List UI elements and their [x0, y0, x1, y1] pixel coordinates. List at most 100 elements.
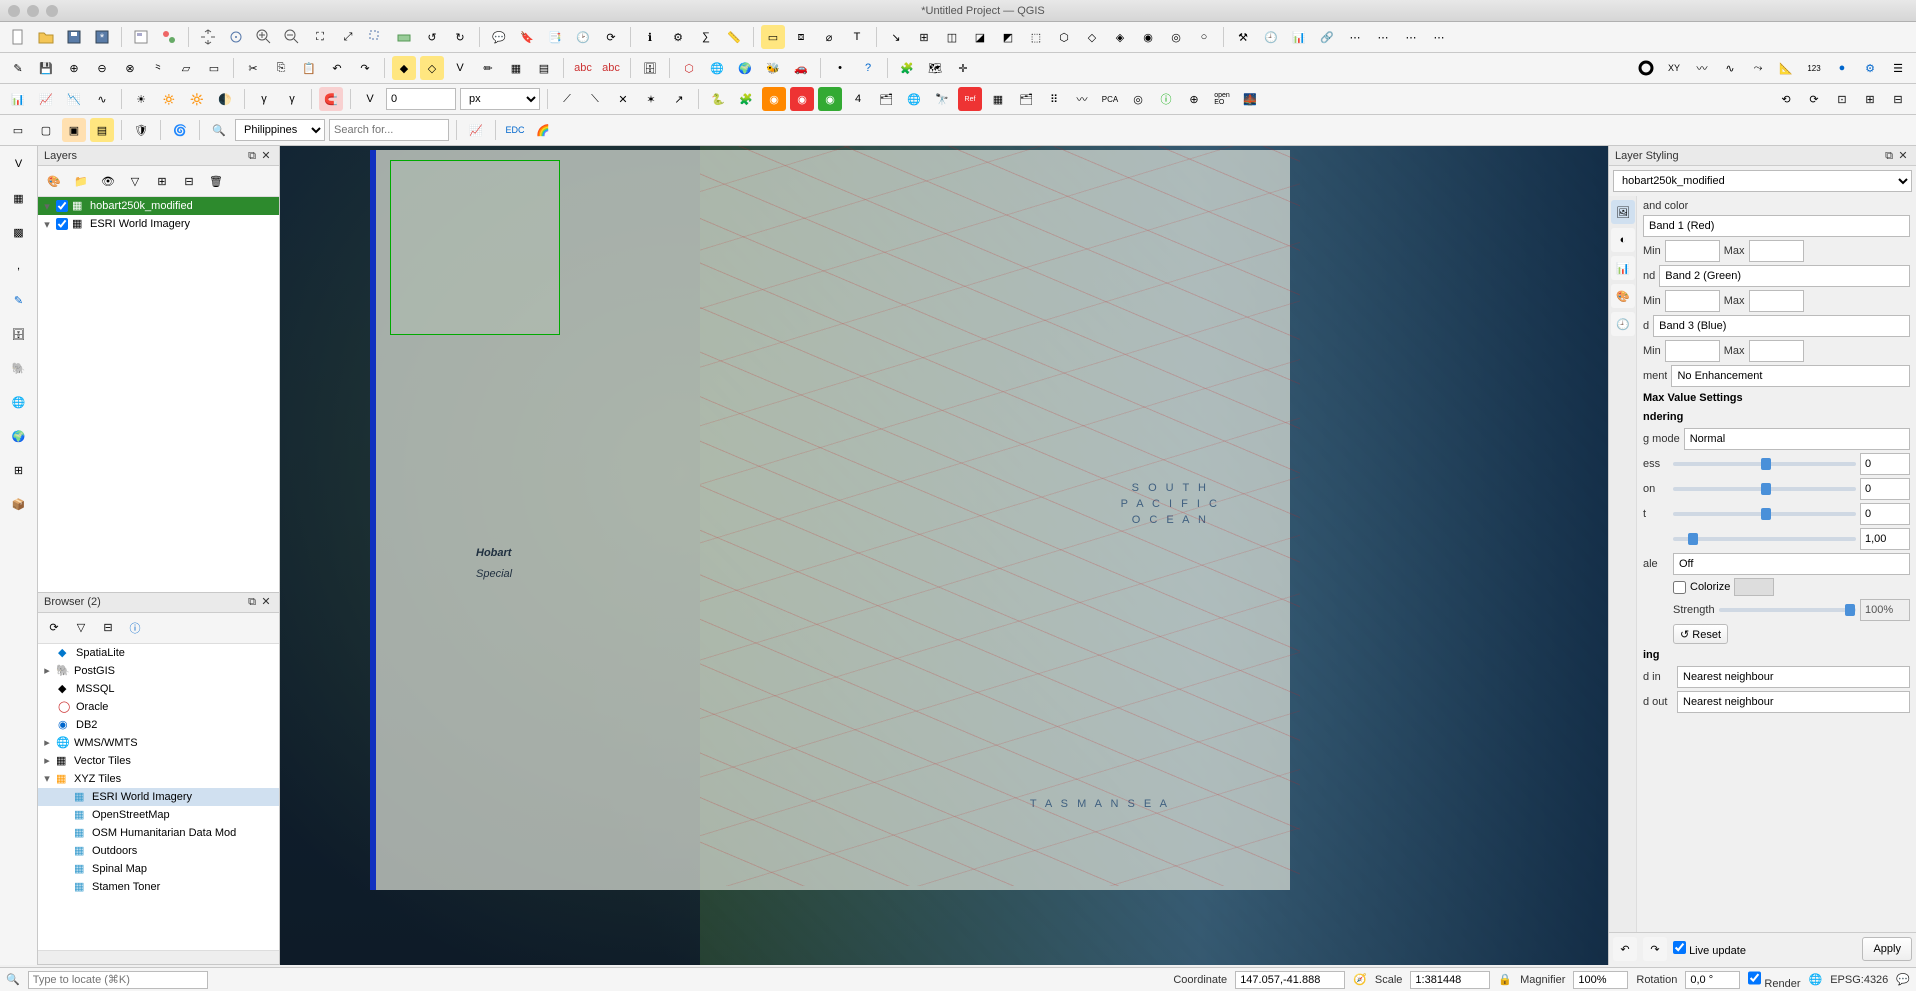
- max-dot-icon[interactable]: [46, 5, 58, 17]
- rainbow-icon[interactable]: 🌈: [531, 118, 555, 142]
- blue-band-select[interactable]: Band 3 (Blue): [1653, 315, 1910, 337]
- style-manager-button[interactable]: [157, 25, 181, 49]
- edit3-icon[interactable]: ⊕: [62, 56, 86, 80]
- topo6-button[interactable]: ◇: [1080, 25, 1104, 49]
- edit-save-icon[interactable]: 💾: [34, 56, 58, 80]
- browser-item-xyz[interactable]: ▾▦XYZ Tiles: [38, 770, 279, 788]
- redo-styling-icon[interactable]: ↷: [1643, 937, 1667, 961]
- layers-tree[interactable]: ▾ ▦ hobart250k_modified ▾ ▦ ESRI World I…: [38, 197, 279, 592]
- save-as-button[interactable]: *: [90, 25, 114, 49]
- browser-item[interactable]: ◆MSSQL: [38, 680, 279, 698]
- measure-button[interactable]: 📏: [722, 25, 746, 49]
- browser-item[interactable]: ▸🌐WMS/WMTS: [38, 734, 279, 752]
- gamma1-icon[interactable]: γ: [252, 87, 276, 111]
- redo-icon[interactable]: ↷: [353, 56, 377, 80]
- edit4-icon[interactable]: ⊖: [90, 56, 114, 80]
- symbology-tab-icon[interactable]: 🖼: [1611, 200, 1635, 224]
- open-project-button[interactable]: [34, 25, 58, 49]
- colorize-checkbox[interactable]: [1673, 581, 1686, 594]
- enhancement-select[interactable]: No Enhancement: [1671, 365, 1910, 387]
- chart-icon[interactable]: 📈: [464, 118, 488, 142]
- crs-label[interactable]: EPSG:4326: [1830, 974, 1888, 986]
- expand-arrow-icon[interactable]: ▾: [42, 218, 52, 231]
- topo8-button[interactable]: ◉: [1136, 25, 1160, 49]
- raster2-icon[interactable]: 🔅: [157, 87, 181, 111]
- deselect-button[interactable]: ⌀: [817, 25, 841, 49]
- blue-gear-icon[interactable]: ⚙: [1858, 56, 1882, 80]
- transparency-tab-icon[interactable]: ◐: [1611, 228, 1635, 252]
- magnifier-input[interactable]: [1573, 971, 1628, 989]
- blend-mode-select[interactable]: Normal: [1684, 428, 1910, 450]
- styling-layer-select[interactable]: hobart250k_modified: [1613, 170, 1912, 192]
- layer-checkbox[interactable]: [56, 200, 68, 212]
- edc-icon[interactable]: EDC: [503, 118, 527, 142]
- topo7-button[interactable]: ◈: [1108, 25, 1132, 49]
- browser-item[interactable]: ▸🐘PostGIS: [38, 662, 279, 680]
- hist1-icon[interactable]: 📊: [6, 87, 30, 111]
- app-green-icon[interactable]: ◉: [818, 87, 842, 111]
- browser-item[interactable]: ◆SpatiaLite: [38, 644, 279, 662]
- saturation-value[interactable]: [1860, 478, 1910, 500]
- paste-icon[interactable]: 📋: [297, 56, 321, 80]
- action-button[interactable]: ⚙: [666, 25, 690, 49]
- plugin-manager-icon[interactable]: 🧩: [734, 87, 758, 111]
- layer-filter-icon[interactable]: ▽: [123, 169, 147, 193]
- app-red-icon[interactable]: ◉: [790, 87, 814, 111]
- refresh-button[interactable]: ⟳: [599, 25, 623, 49]
- save-button[interactable]: [62, 25, 86, 49]
- edit6-icon[interactable]: ⺀: [146, 56, 170, 80]
- zoom-layer-button[interactable]: [392, 25, 416, 49]
- browser-tree[interactable]: ◆SpatiaLite ▸🐘PostGIS ◆MSSQL ◯Oracle ◉DB…: [38, 644, 279, 950]
- history-tab-icon[interactable]: 🕘: [1611, 312, 1635, 336]
- globe3-icon[interactable]: 🌐: [902, 87, 926, 111]
- bridge-icon[interactable]: 🌉: [1238, 87, 1262, 111]
- zoom-last-button[interactable]: ↺: [420, 25, 444, 49]
- render-checkbox[interactable]: [1748, 969, 1761, 987]
- tb4-1-icon[interactable]: ▭: [6, 118, 30, 142]
- add-spatialite-icon[interactable]: 🗄: [5, 320, 33, 348]
- locator-input[interactable]: [28, 971, 208, 989]
- zoom-in-button[interactable]: [252, 25, 276, 49]
- zoom-in-resample-select[interactable]: Nearest neighbour: [1677, 666, 1910, 688]
- info-green-icon[interactable]: ⓘ: [1154, 87, 1178, 111]
- layer-expand-icon[interactable]: ⊞: [150, 169, 174, 193]
- python-icon[interactable]: 🐍: [706, 87, 730, 111]
- edit5-icon[interactable]: ⊗: [118, 56, 142, 80]
- hist4-icon[interactable]: ∿: [90, 87, 114, 111]
- live-update-checkbox[interactable]: [1673, 941, 1686, 954]
- dig6-icon[interactable]: ▤: [532, 56, 556, 80]
- curve1-icon[interactable]: 〰: [1690, 56, 1714, 80]
- undock-icon[interactable]: ⧉: [245, 595, 259, 609]
- saturation-slider[interactable]: [1673, 487, 1856, 491]
- layers-icon[interactable]: 🗂: [1014, 87, 1038, 111]
- browser-props-icon[interactable]: ⓘ: [123, 616, 147, 640]
- grayscale-select[interactable]: Off: [1673, 553, 1910, 575]
- red-min-input[interactable]: [1665, 240, 1720, 262]
- blue-min-input[interactable]: [1665, 340, 1720, 362]
- green-band-select[interactable]: Band 2 (Green): [1659, 265, 1910, 287]
- browser-item[interactable]: ▦Spinal Map: [38, 860, 279, 878]
- vertex-tool-button[interactable]: ↘: [884, 25, 908, 49]
- globe2-icon[interactable]: 🌍: [733, 56, 757, 80]
- zoom-native-button[interactable]: ⛶: [308, 25, 332, 49]
- red-max-input[interactable]: [1749, 240, 1804, 262]
- map-canvas[interactable]: Hobart Special S O U T HP A C I F I CO C…: [280, 146, 1608, 965]
- edit8-icon[interactable]: ▭: [202, 56, 226, 80]
- reset-button[interactable]: ↺ Reset: [1673, 624, 1728, 644]
- select-by-value-button[interactable]: ⧈: [789, 25, 813, 49]
- topo10-button[interactable]: ○: [1192, 25, 1216, 49]
- layer-remove-icon[interactable]: 🗑: [204, 169, 228, 193]
- browser-collapse-icon[interactable]: ⊟: [96, 616, 120, 640]
- zoom-next-button[interactable]: ↻: [448, 25, 472, 49]
- app-stack-icon[interactable]: 🗂: [874, 87, 898, 111]
- pen-blue-icon[interactable]: ✎: [5, 286, 33, 314]
- green-max-input[interactable]: [1749, 290, 1804, 312]
- min-dot-icon[interactable]: [27, 5, 39, 17]
- openeo-icon[interactable]: openEO: [1210, 87, 1234, 111]
- layer-collapse-icon[interactable]: ⊟: [177, 169, 201, 193]
- browser-item[interactable]: ▦OpenStreetMap: [38, 806, 279, 824]
- dot-icon[interactable]: •: [828, 56, 852, 80]
- close-icon[interactable]: ✕: [259, 595, 273, 609]
- layer-row-hobart[interactable]: ▾ ▦ hobart250k_modified: [38, 197, 279, 215]
- render-toggle[interactable]: Render: [1748, 969, 1800, 990]
